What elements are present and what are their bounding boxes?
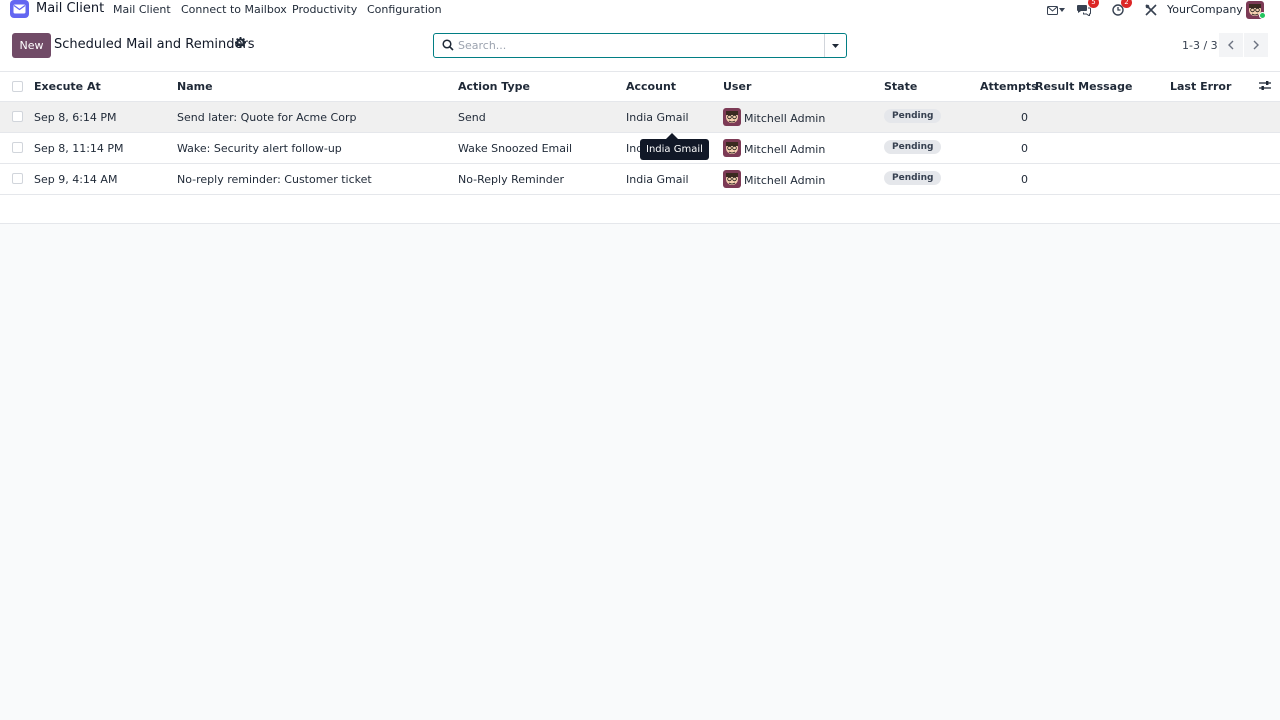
cell-attempts: 0 [1021, 173, 1028, 186]
avatar [723, 170, 741, 188]
online-status-dot [1259, 12, 1266, 19]
avatar [723, 108, 741, 126]
search-bar [433, 33, 847, 58]
messages-count-badge: 5 [1088, 0, 1099, 8]
column-name[interactable]: Name [177, 80, 213, 93]
cell-user: Mitchell Admin [744, 174, 826, 187]
page-title: Scheduled Mail and Reminders [54, 37, 255, 52]
table-row[interactable]: Sep 9, 4:14 AM No-reply reminder: Custom… [0, 164, 1280, 195]
column-action-type[interactable]: Action Type [458, 80, 530, 93]
cell-action-type: No-Reply Reminder [458, 173, 565, 186]
account-tooltip: India Gmail [640, 139, 709, 160]
activities-count-badge: 2 [1121, 0, 1132, 8]
cell-account: India Gmail [626, 111, 689, 124]
search-input[interactable] [458, 36, 818, 55]
table-header: Execute At Name Action Type Account User… [0, 72, 1280, 102]
row-checkbox[interactable] [12, 173, 23, 184]
control-panel: New Scheduled Mail and Reminders 1-3 / 3 [0, 20, 1280, 72]
status-badge: Pending [884, 109, 942, 123]
app-name[interactable]: Mail Client [36, 1, 104, 16]
cell-attempts: 0 [1021, 142, 1028, 155]
cell-name: No-reply reminder: Customer ticket [177, 173, 372, 186]
column-state[interactable]: State [884, 80, 917, 93]
new-button[interactable]: New [12, 33, 51, 58]
chevron-down-icon[interactable] [1057, 3, 1067, 17]
cell-attempts: 0 [1021, 111, 1028, 124]
pager-next-button[interactable] [1244, 33, 1268, 57]
cell-execute-at: Sep 8, 6:14 PM [34, 111, 117, 124]
cell-user: Mitchell Admin [744, 143, 826, 156]
pager-value[interactable]: 1-3 / 3 [1182, 39, 1218, 52]
optional-columns-icon[interactable] [1259, 80, 1271, 94]
table-row[interactable]: Sep 8, 6:14 PM Send later: Quote for Acm… [0, 102, 1280, 133]
avatar [723, 139, 741, 157]
top-navbar: Mail Client Mail Client Connect to Mailb… [0, 0, 1280, 20]
column-account[interactable]: Account [626, 80, 676, 93]
status-badge: Pending [884, 171, 942, 185]
select-all-checkbox[interactable] [12, 81, 23, 92]
mail-app-icon[interactable] [10, 0, 29, 18]
cell-execute-at: Sep 9, 4:14 AM [34, 173, 118, 186]
tools-icon[interactable] [1143, 3, 1159, 17]
menu-configuration[interactable]: Configuration [367, 3, 442, 16]
column-attempts[interactable]: Attempts [980, 80, 1038, 93]
cell-action-type: Send [458, 111, 486, 124]
cell-action-type: Wake Snoozed Email [458, 142, 573, 155]
cell-name: Wake: Security alert follow-up [177, 142, 342, 155]
cell-name: Send later: Quote for Acme Corp [177, 111, 357, 124]
row-checkbox[interactable] [12, 142, 23, 153]
row-checkbox[interactable] [12, 111, 23, 122]
search-options-toggle[interactable] [824, 34, 846, 57]
column-result-message[interactable]: Result Message [1035, 80, 1132, 93]
cell-user: Mitchell Admin [744, 112, 826, 125]
menu-mail-client[interactable]: Mail Client [113, 3, 171, 16]
column-execute-at[interactable]: Execute At [34, 80, 101, 93]
cell-execute-at: Sep 8, 11:14 PM [34, 142, 124, 155]
column-user[interactable]: User [723, 80, 751, 93]
search-icon [442, 39, 454, 54]
company-switcher[interactable]: YourCompany [1167, 3, 1243, 16]
status-badge: Pending [884, 140, 942, 154]
gear-icon[interactable] [235, 37, 246, 51]
menu-productivity[interactable]: Productivity [292, 3, 357, 16]
pager-previous-button[interactable] [1219, 33, 1243, 57]
column-last-error[interactable]: Last Error [1170, 80, 1231, 93]
cell-account: India Gmail [626, 173, 689, 186]
menu-connect-to-mailbox[interactable]: Connect to Mailbox [181, 3, 287, 16]
